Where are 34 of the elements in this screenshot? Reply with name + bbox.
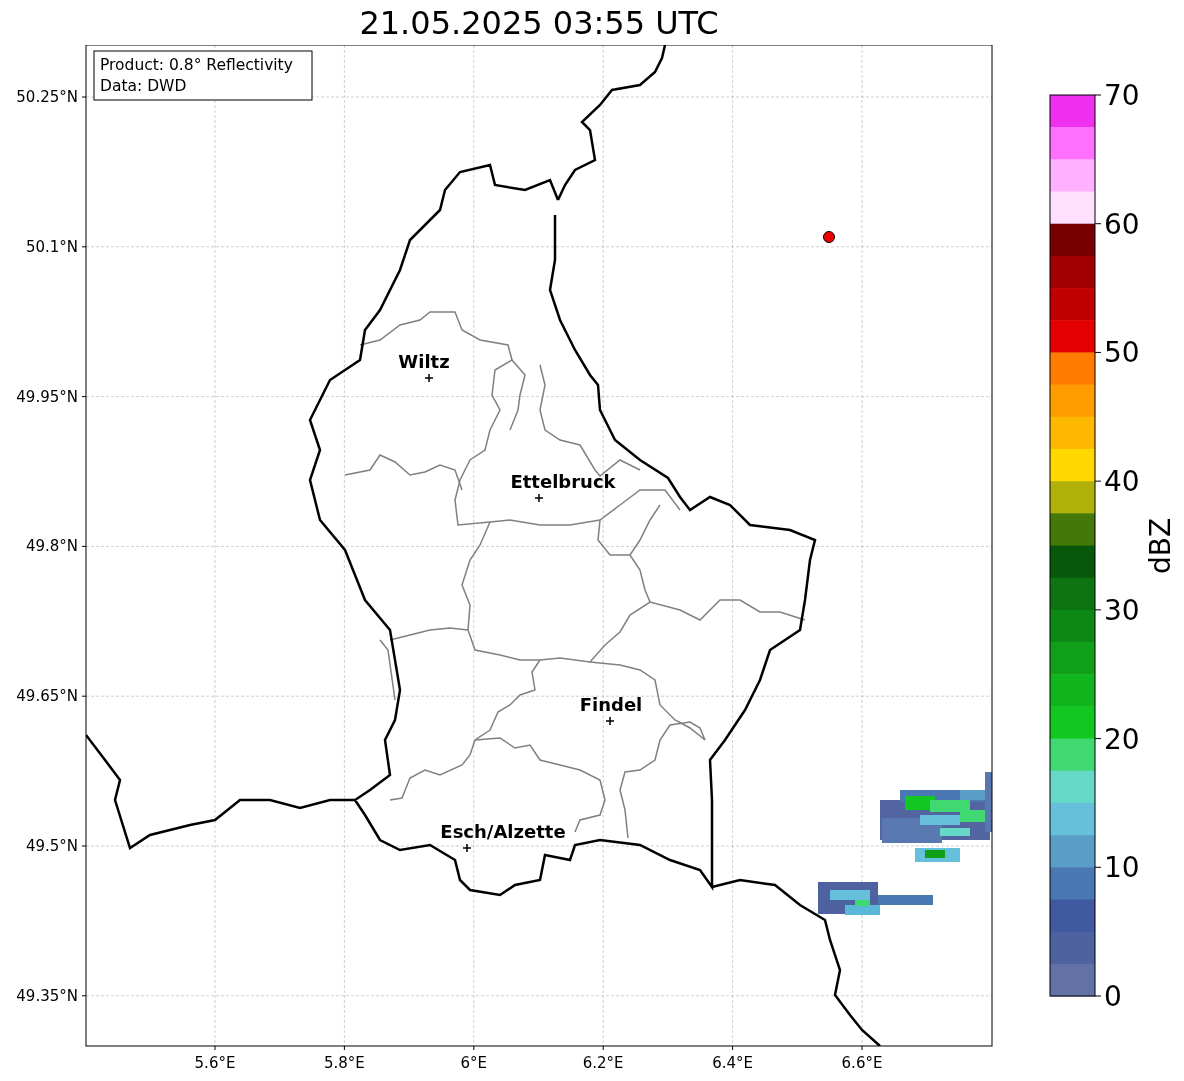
- city-label: Esch/Alzette: [440, 821, 566, 842]
- info-text: Data: DWD: [100, 77, 187, 95]
- latitude-label: 49.65°N: [16, 687, 78, 706]
- longitude-label: 6.4°E: [712, 1054, 753, 1072]
- location-marker: [823, 231, 835, 243]
- chart-title: 21.05.2025 03:55 UTC: [359, 6, 719, 39]
- city-label: Wiltz: [398, 351, 450, 372]
- longitude-label: 6.2°E: [582, 1054, 624, 1072]
- colorbar-title: dBZ: [1144, 517, 1177, 575]
- latitude-label: 50.1°N: [25, 237, 78, 256]
- city-marker-icon: [534, 493, 544, 503]
- latitude-label: 49.5°N: [25, 837, 78, 855]
- longitude-label: 5.6°E: [194, 1054, 236, 1072]
- longitude-label: 5.8°E: [324, 1054, 365, 1072]
- colorbar-tick-label: 70: [1104, 79, 1140, 112]
- colorbar-tick-label: 20: [1104, 722, 1140, 756]
- latitude-label: 49.95°N: [16, 387, 78, 406]
- latitude-label: 49.8°N: [25, 537, 78, 556]
- info-text: Product: 0.8° Reflectivity: [100, 56, 293, 74]
- latitude-label: 50.25°N: [16, 88, 78, 106]
- city-marker-icon: [605, 716, 615, 726]
- colorbar-tick-label: 10: [1104, 851, 1140, 885]
- colorbar-tick-label: 50: [1104, 336, 1140, 370]
- longitude-label: 6.6°E: [841, 1054, 883, 1072]
- colorbar-tick-label: 60: [1104, 207, 1140, 241]
- city-label: Ettelbruck: [510, 471, 616, 492]
- longitude-label: 6°E: [460, 1054, 488, 1072]
- city-marker-icon: [424, 373, 434, 383]
- city-marker-icon: [462, 843, 472, 853]
- colorbar-tick-label: 30: [1104, 593, 1140, 627]
- colorbar-tick-label: 0: [1104, 980, 1122, 1013]
- city-label: Findel: [579, 694, 643, 715]
- latitude-label: 49.35°N: [16, 986, 78, 1005]
- colorbar-tick-label: 40: [1104, 465, 1140, 499]
